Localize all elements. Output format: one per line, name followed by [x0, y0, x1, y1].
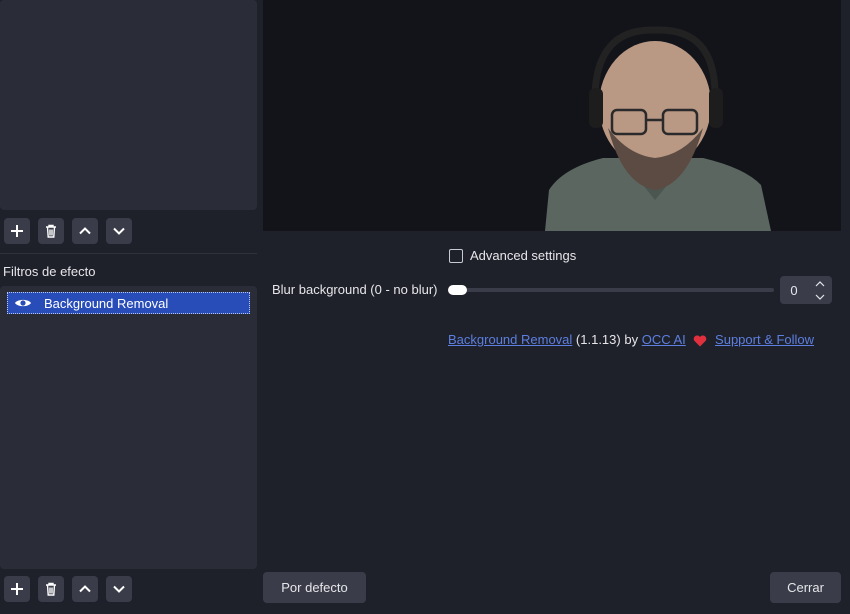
filter-item-label: Background Removal: [44, 295, 169, 311]
plugin-credits: Background Removal (1.1.13) by OCC AI Su…: [448, 332, 814, 347]
person-silhouette-image: [545, 26, 771, 231]
add-icon: [11, 225, 23, 237]
move-up-button[interactable]: [72, 576, 98, 602]
heart-icon: [694, 335, 707, 347]
blur-value-spinbox[interactable]: 0: [780, 276, 832, 304]
remove-filter-button[interactable]: [38, 576, 64, 602]
add-filter-button-top[interactable]: [4, 218, 30, 244]
defaults-button[interactable]: Por defecto: [263, 572, 366, 603]
add-icon: [11, 583, 23, 595]
advanced-settings-label[interactable]: Advanced settings: [470, 248, 576, 263]
chevron-up-icon: [79, 227, 91, 235]
spin-down-icon[interactable]: [810, 290, 830, 303]
blur-background-label: Blur background (0 - no blur): [272, 282, 438, 297]
effect-filters-list: [0, 286, 257, 569]
move-down-button[interactable]: [106, 576, 132, 602]
move-down-button-top[interactable]: [106, 218, 132, 244]
chevron-down-icon: [113, 227, 125, 235]
remove-filter-button-top[interactable]: [38, 218, 64, 244]
plugin-version: (1.1.13): [575, 332, 621, 347]
author-link[interactable]: OCC AI: [642, 332, 686, 347]
move-up-button-top[interactable]: [72, 218, 98, 244]
spin-up-icon[interactable]: [810, 277, 830, 290]
blur-value[interactable]: 0: [780, 283, 808, 298]
support-follow-link[interactable]: Support & Follow: [715, 332, 814, 347]
blur-slider-track[interactable]: [449, 288, 774, 292]
blur-slider-handle[interactable]: [448, 285, 467, 295]
credits-by: by: [624, 332, 639, 347]
plugin-link[interactable]: Background Removal: [448, 332, 572, 347]
trash-icon: [46, 582, 56, 596]
audio-filters-list: [0, 0, 257, 210]
close-button[interactable]: Cerrar: [770, 572, 841, 603]
filter-preview: [263, 0, 841, 231]
advanced-settings-checkbox[interactable]: [449, 249, 463, 263]
effect-filters-title: Filtros de efecto: [3, 264, 96, 279]
chevron-up-icon: [79, 585, 91, 593]
filter-item-background-removal[interactable]: Background Removal: [7, 292, 250, 314]
divider: [0, 253, 257, 254]
chevron-down-icon: [113, 585, 125, 593]
eye-icon[interactable]: [14, 296, 34, 310]
add-filter-button[interactable]: [4, 576, 30, 602]
trash-icon: [46, 224, 56, 238]
